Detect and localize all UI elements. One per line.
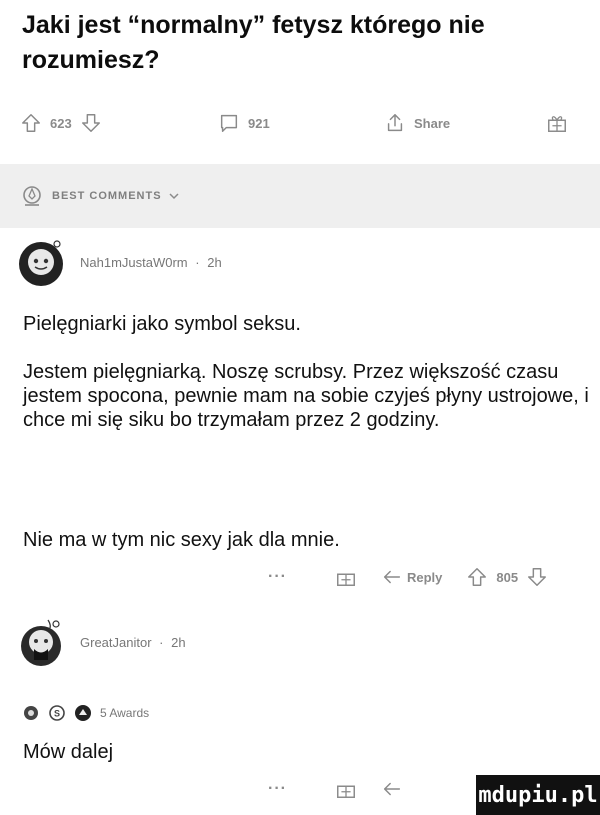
- comment-paragraph: Pielęgniarki jako symbol seksu.: [23, 313, 301, 335]
- reply-arrow-icon: [381, 566, 403, 588]
- post-action-bar: 623 921 Share: [0, 104, 600, 150]
- chevron-down-icon: [168, 190, 180, 202]
- gift-award-icon: [546, 112, 568, 134]
- watermark: mdupiu.pl: [476, 775, 600, 815]
- vote-group: 623: [20, 112, 102, 134]
- comment-author[interactable]: Nah1mJustaW0rm: [80, 255, 188, 270]
- more-options-icon[interactable]: ···: [268, 780, 287, 798]
- comment-actions: ···: [268, 778, 403, 800]
- awards-count: 5 Awards: [100, 706, 150, 720]
- comment-score: 805: [496, 569, 519, 585]
- gift-award-icon[interactable]: [335, 778, 357, 800]
- comments-button[interactable]: 921: [218, 112, 278, 134]
- comment-age: 2h: [207, 254, 222, 270]
- comment-count: 921: [248, 115, 270, 131]
- upvote-count: 623: [50, 115, 72, 131]
- reply-arrow-icon[interactable]: [381, 778, 403, 800]
- share-label: Share: [414, 115, 451, 131]
- comment-age: 2h: [171, 634, 186, 650]
- avatar[interactable]: [18, 616, 64, 668]
- comment-paragraph: Nie ma w tym nic sexy jak dla mnie.: [23, 529, 340, 551]
- share-icon: [384, 112, 406, 134]
- reply-label: Reply: [406, 569, 443, 585]
- comment-paragraph: Mów dalej: [23, 741, 114, 763]
- avatar[interactable]: [18, 236, 64, 288]
- comment-author-line: GreatJanitor · 2h: [80, 634, 186, 650]
- comment-author[interactable]: GreatJanitor: [80, 635, 152, 650]
- rocket-sort-icon: [20, 184, 44, 208]
- more-options-icon[interactable]: ···: [268, 568, 287, 586]
- comment-sort-bar[interactable]: BEST COMMENTS: [0, 164, 600, 228]
- comment-actions: ··· Reply 805: [268, 566, 548, 588]
- comment-author-line: Nah1mJustaW0rm · 2h: [80, 254, 222, 270]
- helpful-award-icon: [74, 704, 92, 722]
- award-button[interactable]: [546, 112, 568, 134]
- comment-paragraph: Jestem pielęgniarką. Noszę scrubsy. Prze…: [23, 361, 589, 431]
- silver-award-icon: S: [48, 704, 66, 722]
- upvote-icon[interactable]: [466, 566, 488, 588]
- sort-label: BEST COMMENTS: [52, 190, 162, 202]
- downvote-icon[interactable]: [526, 566, 548, 588]
- award-badge-icon: [22, 704, 40, 722]
- post-title: Jaki jest “normalny” fetysz którego nie …: [22, 11, 485, 74]
- upvote-icon[interactable]: [20, 112, 42, 134]
- comment-header: GreatJanitor · 2h: [18, 616, 186, 668]
- downvote-icon[interactable]: [80, 112, 102, 134]
- gift-award-icon[interactable]: [335, 566, 357, 588]
- svg-text:S: S: [54, 709, 60, 719]
- awards-row[interactable]: S 5 Awards: [22, 704, 149, 722]
- comment-bubble-icon: [218, 112, 240, 134]
- reply-button[interactable]: Reply: [381, 566, 442, 588]
- share-button[interactable]: Share: [384, 112, 458, 134]
- comment-header: Nah1mJustaW0rm · 2h: [18, 236, 222, 288]
